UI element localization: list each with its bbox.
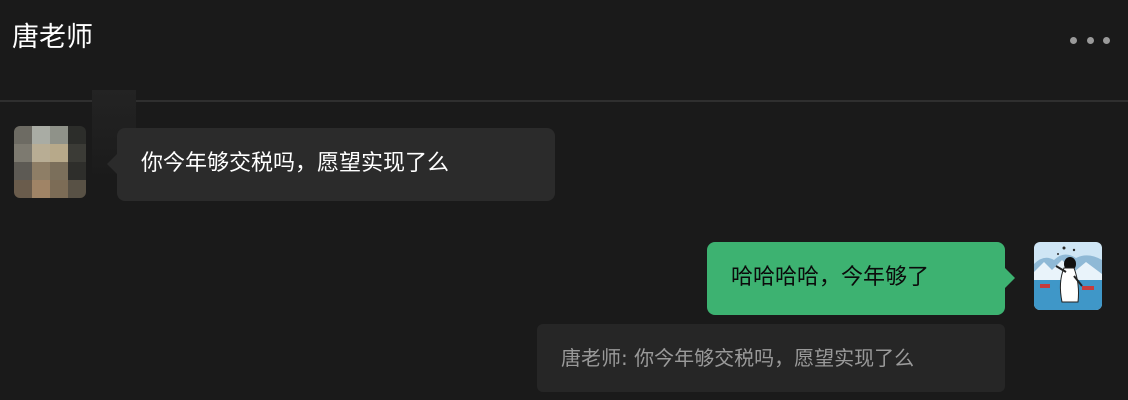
more-options-button[interactable] (1070, 32, 1110, 48)
quoted-message-text: 唐老师: 你今年够交税吗，愿望实现了么 (561, 346, 915, 370)
more-horizontal-icon-dot (1103, 36, 1110, 44)
chat-window: 唐老师 你今年够交税吗，愿望实现了么 哈哈哈哈，今年够了 唐老师: 你今年够交税… (0, 0, 1128, 400)
contact-avatar[interactable] (14, 126, 86, 198)
self-avatar[interactable] (1034, 242, 1102, 310)
quoted-message[interactable]: 唐老师: 你今年够交税吗，愿望实现了么 (537, 324, 1005, 392)
more-horizontal-icon (1070, 36, 1077, 44)
outgoing-message-bubble[interactable]: 哈哈哈哈，今年够了 (707, 242, 1015, 315)
outgoing-message-text: 哈哈哈哈，今年够了 (731, 265, 930, 290)
incoming-message-bubble[interactable]: 你今年够交税吗，愿望实现了么 (107, 128, 555, 201)
illustrated-avatar-icon (1034, 242, 1102, 310)
incoming-message-text: 你今年够交税吗，愿望实现了么 (141, 151, 450, 176)
chat-header: 唐老师 (0, 0, 1128, 102)
more-horizontal-icon-dot (1086, 36, 1094, 44)
chat-title: 唐老师 (12, 22, 93, 53)
